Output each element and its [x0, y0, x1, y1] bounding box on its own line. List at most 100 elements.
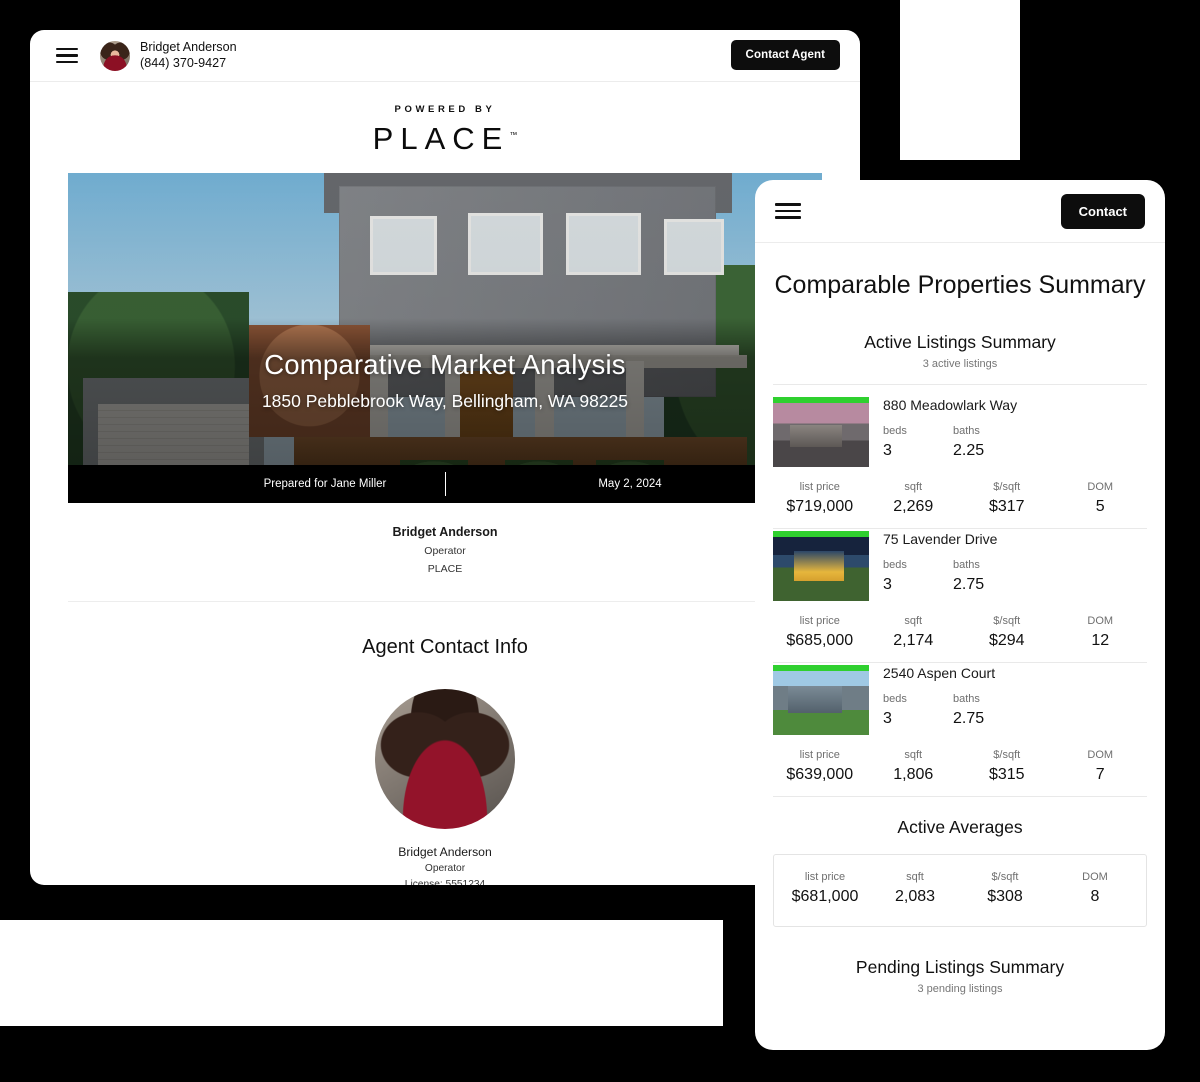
sqft-label: sqft — [904, 749, 923, 761]
list-item[interactable]: 75 Lavender Drive beds 3 baths 2.75 list… — [773, 531, 1147, 663]
hero-text-block: Comparative Market Analysis 1850 Pebbleb… — [68, 349, 822, 412]
active-listings-header: Active Listings Summary 3 active listing… — [755, 310, 1165, 370]
beds-field: beds 3 — [883, 425, 953, 460]
status-badge — [773, 397, 869, 403]
list-price-value: $685,000 — [786, 632, 854, 649]
price-per-sqft-value: $294 — [988, 632, 1025, 649]
listing-thumbnail — [773, 665, 869, 735]
list-price-value: $719,000 — [786, 498, 854, 515]
sqft-value: 1,806 — [893, 766, 934, 783]
beds-field: beds 3 — [883, 559, 953, 594]
status-badge — [773, 665, 869, 671]
active-averages-box: list price $681,000 sqft 2,083 $/sqft $3… — [773, 854, 1147, 927]
background-plate-bottom-left — [0, 920, 723, 1026]
listing-thumbnail — [773, 397, 869, 467]
price-per-sqft-field: $/sqft $315 — [960, 749, 1054, 784]
price-per-sqft-value: $317 — [988, 498, 1025, 515]
section-heading: Agent Contact Info — [362, 636, 528, 658]
agent-name: Bridget Anderson — [392, 525, 498, 539]
sqft-field: sqft 1,806 — [867, 749, 961, 784]
sqft-label: sqft — [906, 871, 924, 883]
brand-text: PLACE — [372, 121, 510, 156]
baths-value: 2.75 — [953, 576, 985, 593]
baths-field: baths 2.75 — [953, 559, 1023, 594]
listing-address: 75 Lavender Drive — [883, 531, 998, 547]
desktop-report-card: Bridget Anderson (844) 370-9427 Contact … — [30, 30, 860, 885]
page-title: Comparable Properties Summary — [774, 271, 1146, 299]
mobile-top-bar: Contact — [755, 180, 1165, 243]
price-per-sqft-label: $/sqft — [991, 871, 1019, 883]
list-price-field: list price $639,000 — [773, 749, 867, 784]
report-date: May 2, 2024 — [598, 478, 662, 490]
agent-contact-section: Agent Contact Info Bridget Anderson Oper… — [30, 602, 860, 885]
beds-value: 3 — [883, 710, 892, 727]
list-price-label: list price — [799, 749, 840, 761]
screenshot-canvas: Bridget Anderson (844) 370-9427 Contact … — [0, 0, 1200, 1082]
sqft-field: sqft 2,174 — [867, 615, 961, 650]
section-subtitle: 3 pending listings — [917, 983, 1003, 995]
hamburger-menu-icon[interactable] — [775, 203, 801, 219]
beds-label: beds — [883, 425, 907, 437]
listing-thumbnail — [773, 531, 869, 601]
dom-value: 7 — [1095, 766, 1105, 783]
section-heading: Active Listings Summary — [864, 332, 1056, 352]
list-price-value: $681,000 — [791, 888, 859, 905]
sqft-value: 2,083 — [894, 888, 936, 905]
agent-summary-block: Bridget Anderson Operator PLACE — [30, 503, 860, 601]
beds-field: beds 3 — [883, 693, 953, 728]
pending-listings-header: Pending Listings Summary 3 pending listi… — [755, 927, 1165, 995]
section-heading: Pending Listings Summary — [855, 957, 1065, 977]
hamburger-menu-icon[interactable] — [56, 47, 78, 64]
beds-value: 3 — [883, 576, 892, 593]
dom-value: 12 — [1091, 632, 1110, 649]
hero-overlay-scrim — [68, 173, 822, 503]
beds-label: beds — [883, 559, 907, 571]
contact-button[interactable]: Contact — [1060, 193, 1145, 229]
header-agent-name: Bridget Anderson — [140, 40, 237, 55]
list-price-field: list price $719,000 — [773, 481, 867, 516]
sqft-label: sqft — [904, 481, 923, 493]
desktop-top-bar: Bridget Anderson (844) 370-9427 Contact … — [30, 30, 860, 82]
beds-label: beds — [883, 693, 907, 705]
trademark-symbol: ™ — [509, 130, 518, 140]
status-badge — [773, 531, 869, 537]
list-price-label: list price — [799, 481, 840, 493]
agent-org: PLACE — [427, 563, 463, 575]
header-agent-phone: (844) 370-9427 — [140, 55, 227, 70]
baths-label: baths — [953, 693, 980, 705]
sqft-label: sqft — [904, 615, 923, 627]
section-heading: Active Averages — [897, 817, 1023, 837]
avg-dom-field: DOM 8 — [1050, 871, 1140, 906]
list-price-label: list price — [799, 615, 840, 627]
avg-list-price-field: list price $681,000 — [780, 871, 870, 906]
section-subtitle: 3 active listings — [922, 358, 998, 370]
active-averages-header: Active Averages — [755, 799, 1165, 838]
baths-label: baths — [953, 559, 980, 571]
sqft-value: 2,269 — [893, 498, 934, 515]
price-per-sqft-value: $315 — [988, 766, 1025, 783]
beds-value: 3 — [883, 442, 892, 459]
avg-price-per-sqft-field: $/sqft $308 — [960, 871, 1050, 906]
price-per-sqft-field: $/sqft $294 — [960, 615, 1054, 650]
agent-contact-details: Bridget Anderson Operator License: 55512… — [30, 843, 860, 885]
dom-label: DOM — [1087, 749, 1114, 761]
contact-agent-button[interactable]: Contact Agent — [730, 40, 840, 70]
list-item[interactable]: 2540 Aspen Court beds 3 baths 2.75 list … — [773, 665, 1147, 797]
dom-label: DOM — [1082, 871, 1108, 883]
agent-identity-chip[interactable]: Bridget Anderson (844) 370-9427 — [100, 40, 237, 71]
agent-name: Bridget Anderson — [398, 845, 492, 859]
baths-value: 2.75 — [953, 710, 985, 727]
dom-label: DOM — [1087, 615, 1114, 627]
property-address: 1850 Pebblebrook Way, Bellingham, WA 982… — [261, 391, 629, 411]
mobile-summary-panel: Contact Comparable Properties Summary Ac… — [755, 180, 1165, 1050]
agent-role: Operator — [424, 863, 466, 875]
listing-address: 2540 Aspen Court — [883, 665, 996, 681]
brand-wordmark: PLACE™ — [373, 121, 518, 157]
list-price-value: $639,000 — [786, 766, 854, 783]
hero-banner: Comparative Market Analysis 1850 Pebbleb… — [68, 173, 822, 503]
sqft-value: 2,174 — [893, 632, 934, 649]
page-title: Comparative Market Analysis — [264, 349, 626, 380]
price-per-sqft-field: $/sqft $317 — [960, 481, 1054, 516]
list-item[interactable]: 880 Meadowlark Way beds 3 baths 2.25 lis… — [773, 384, 1147, 529]
hero-footer-bar: Prepared for Jane Miller May 2, 2024 — [68, 465, 822, 503]
